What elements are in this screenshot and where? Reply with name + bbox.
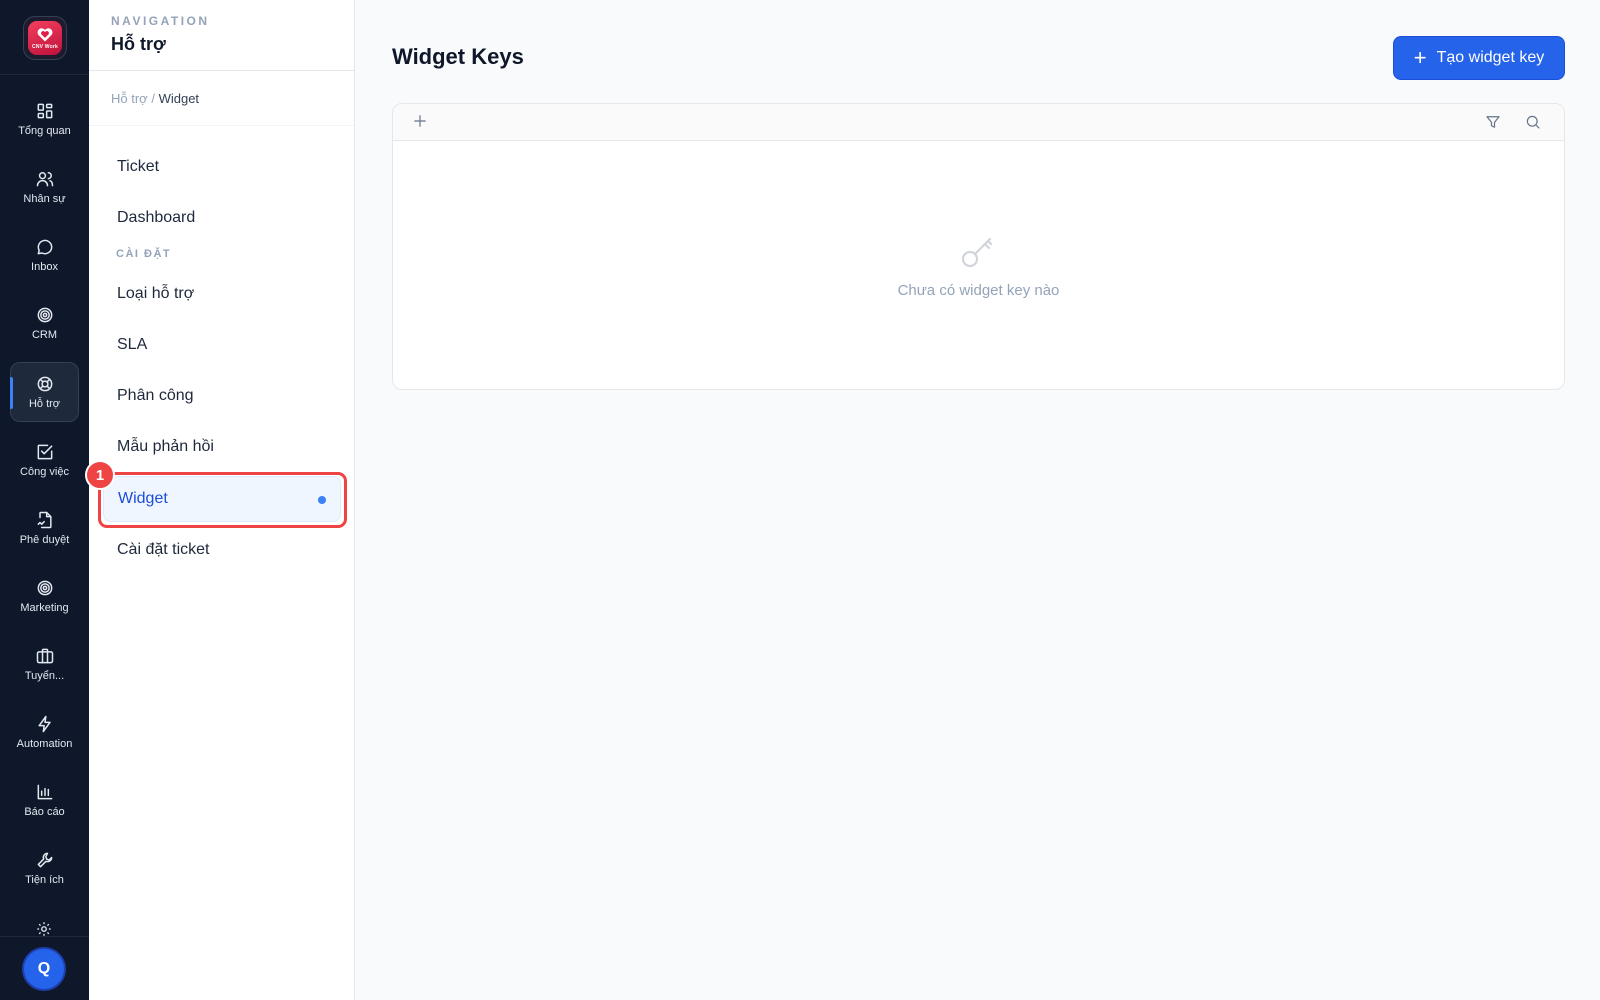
rail-item-label: Tổng quan (18, 125, 71, 137)
lightning-icon (37, 715, 51, 733)
table-toolbar (393, 104, 1564, 141)
breadcrumb: Hỗ trợ / Widget (89, 71, 354, 126)
rail-item-label: Automation (16, 738, 73, 750)
wrench-icon (37, 852, 52, 868)
rail-item-reports[interactable]: Báo cáo (10, 770, 79, 830)
rail-item-label: Inbox (31, 261, 58, 273)
rail-item-automation[interactable]: Automation (10, 702, 79, 762)
rail-item-overview[interactable]: Tổng quan (10, 89, 79, 149)
rail-item-staff[interactable]: Nhân sự (10, 157, 79, 217)
rail-item-label: Công việc (20, 466, 69, 478)
nav-title: Hỗ trợ (111, 34, 166, 54)
add-icon[interactable] (411, 112, 431, 132)
plus-icon: + (1413, 45, 1427, 70)
rail-item-label: Marketing (20, 602, 69, 614)
bar-chart-icon (37, 784, 52, 800)
users-icon (36, 172, 53, 187)
rail-item-label: Phê duyệt (19, 534, 70, 546)
nav-item-ticket[interactable]: Ticket (103, 144, 341, 190)
create-widget-key-button[interactable]: + Tạo widget key (1393, 36, 1565, 80)
search-icon[interactable] (1524, 113, 1544, 133)
nav-item-reply-templates[interactable]: Mẫu phản hồi (103, 424, 341, 470)
lifebuoy-icon (37, 376, 52, 392)
rail-item-label: CRM (31, 329, 58, 341)
heart-logo-icon: CNV Work (28, 21, 62, 55)
key-icon (959, 230, 999, 270)
rail-item-tasks[interactable]: Công việc (10, 430, 79, 490)
logo-text: CNV Work (32, 43, 58, 50)
chat-bubble-icon (37, 239, 52, 255)
checkbox-icon (37, 444, 52, 460)
rail-item-crm[interactable]: CRM (10, 293, 79, 353)
nav-item-sla[interactable]: SLA (103, 322, 341, 368)
rail-item-recruitment[interactable]: Tuyển... (10, 634, 79, 694)
nav-item-assignment[interactable]: Phân công (103, 373, 341, 419)
rail-item-utilities[interactable]: Tiện ích (10, 838, 79, 898)
nav-item-ticket-settings[interactable]: Cài đặt ticket (103, 527, 341, 573)
target-icon (37, 307, 52, 323)
nav-header: NAVIGATION Hỗ trợ (89, 0, 354, 71)
app-logo[interactable]: CNV Work (23, 16, 67, 60)
nav-section-settings: CÀI ĐẶT (116, 248, 172, 260)
widget-keys-table: Chưa có widget key nào (392, 103, 1565, 390)
nav-eyebrow: NAVIGATION (111, 14, 210, 28)
rail-item-label: Báo cáo (24, 806, 65, 818)
empty-state-text: Chưa có widget key nào (897, 282, 1060, 299)
logo-area: CNV Work (0, 0, 89, 75)
filter-icon[interactable] (1484, 113, 1504, 133)
rail-item-inbox[interactable]: Inbox (10, 225, 79, 285)
rail-item-support[interactable]: Hỗ trợ (10, 362, 79, 422)
rail-item-label: Nhân sự (23, 193, 66, 205)
breadcrumb-current: Widget (158, 91, 200, 106)
app-rail: CNV Work Tổng quan Nhân sự Inbox CRM Hỗ … (0, 0, 89, 1000)
rail-item-approval[interactable]: Phê duyệt (10, 498, 79, 558)
create-widget-key-label: Tạo widget key (1436, 49, 1545, 66)
rail-item-marketing[interactable]: Marketing (10, 566, 79, 626)
document-sign-icon (37, 511, 52, 529)
user-avatar[interactable]: Q (22, 947, 66, 991)
nav-item-support-types[interactable]: Loại hỗ trợ (103, 271, 341, 317)
rail-item-label: Hỗ trợ (28, 398, 61, 410)
annotation-badge: 1 (85, 460, 115, 490)
briefcase-icon (36, 648, 53, 664)
page-title: Widget Keys (392, 44, 524, 69)
breadcrumb-parent[interactable]: Hỗ trợ (111, 91, 148, 106)
nav-item-dashboard[interactable]: Dashboard (103, 195, 341, 241)
rail-item-label: Tuyển... (24, 670, 65, 682)
rail-item-label: Tiện ích (25, 874, 64, 886)
breadcrumb-separator: / (151, 91, 155, 106)
annotation-highlight (98, 472, 347, 528)
target-icon (37, 580, 52, 596)
dashboard-grid-icon (37, 103, 52, 119)
